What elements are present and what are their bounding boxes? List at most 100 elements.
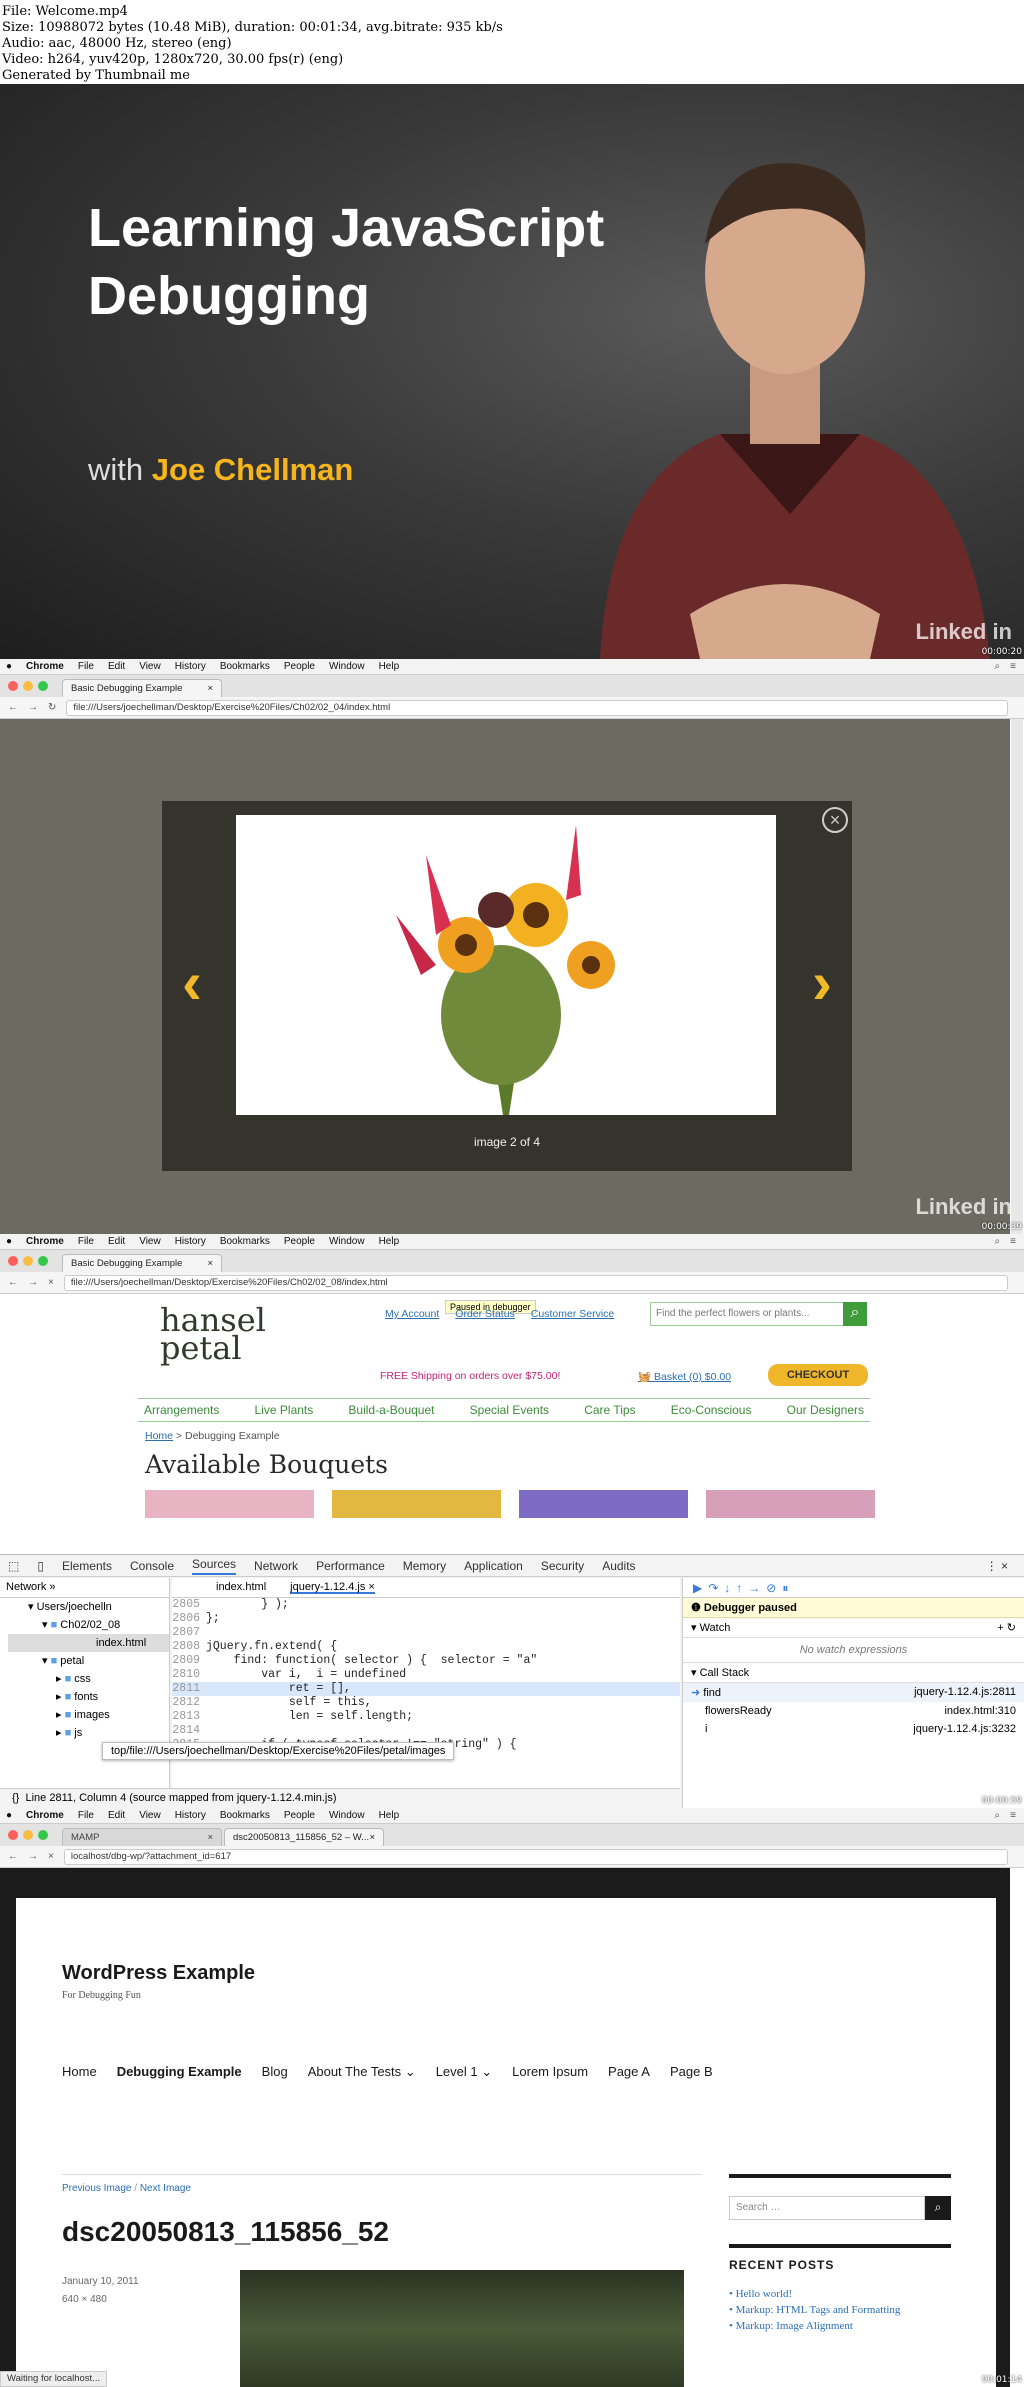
code-line[interactable]: 2808 jQuery.fn.extend( { [172, 1640, 680, 1654]
menu-people[interactable]: People [284, 661, 315, 672]
apple-icon[interactable]: ● [6, 1236, 12, 1247]
code-line[interactable]: 2811 ret = [], [172, 1682, 680, 1696]
menu-edit[interactable]: Edit [108, 1810, 125, 1821]
menu-edit[interactable]: Edit [108, 1236, 125, 1247]
nav-page-b[interactable]: Page B [670, 2064, 713, 2080]
tree-item[interactable]: ▾ Users/joechelln [8, 1598, 169, 1616]
close-window-icon[interactable] [8, 681, 18, 691]
minimize-icon[interactable] [23, 1830, 33, 1840]
nav-home[interactable]: Home [62, 2064, 97, 2080]
menu-bookmarks[interactable]: Bookmarks [220, 1236, 270, 1247]
address-input[interactable]: file:///Users/joechellman/Desktop/Exerci… [63, 1274, 1008, 1291]
tree-item[interactable]: ▸ ■ css [8, 1670, 169, 1688]
search-input[interactable]: Find the perfect flowers or plants... [650, 1302, 844, 1326]
menu-help[interactable]: Help [379, 1236, 400, 1247]
code-line[interactable]: 2807 [172, 1626, 680, 1640]
nav-page-a[interactable]: Page A [608, 2064, 650, 2080]
menu-view[interactable]: View [139, 661, 161, 672]
back-icon[interactable]: ← [8, 1851, 18, 1862]
line-number[interactable]: 2812 [172, 1696, 206, 1710]
line-number[interactable]: 2809 [172, 1654, 206, 1668]
device-icon[interactable]: ▯ [37, 1559, 44, 1573]
menu-chrome[interactable]: Chrome [26, 1236, 64, 1247]
line-number[interactable]: 2814 [172, 1724, 206, 1738]
code-line[interactable]: 2810 var i, i = undefined [172, 1668, 680, 1682]
site-title[interactable]: WordPress Example [62, 1962, 255, 1985]
nav-about-the-tests[interactable]: About The Tests ⌄ [308, 2064, 416, 2080]
order-status-link[interactable]: Order Status [455, 1308, 515, 1320]
menu-window[interactable]: Window [329, 661, 365, 672]
line-number[interactable]: 2807 [172, 1626, 206, 1640]
address-input[interactable]: localhost/dbg-wp/?attachment_id=617 [63, 1848, 1008, 1865]
add-refresh-icon[interactable]: + ↻ [997, 1621, 1016, 1634]
recent-post-link[interactable]: • Hello world! [729, 2286, 900, 2302]
tab-application[interactable]: Application [464, 1559, 523, 1573]
thumb[interactable] [519, 1490, 688, 1518]
menu-chrome[interactable]: Chrome [26, 661, 64, 672]
forward-icon[interactable]: → [28, 1851, 38, 1862]
menu-bookmarks[interactable]: Bookmarks [220, 661, 270, 672]
attachment-image[interactable] [240, 2270, 684, 2387]
prev-arrow-icon[interactable]: ‹ [182, 953, 202, 1013]
nav-our-designers[interactable]: Our Designers [787, 1403, 864, 1417]
nav-build-a-bouquet[interactable]: Build-a-Bouquet [348, 1403, 434, 1417]
nav-care-tips[interactable]: Care Tips [584, 1403, 635, 1417]
list-icon[interactable]: ≡ [1010, 1810, 1016, 1821]
tab-audits[interactable]: Audits [602, 1559, 635, 1573]
scrollbar[interactable] [1011, 719, 1023, 1234]
code-line[interactable]: 2805 } ); [172, 1598, 680, 1612]
tab-elements[interactable]: Elements [62, 1559, 112, 1573]
code-line[interactable]: 2812 self = this, [172, 1696, 680, 1710]
tree-item[interactable]: ▾ ■ Ch02/02_08 [8, 1616, 169, 1634]
code-line[interactable]: 2814 [172, 1724, 680, 1738]
back-icon[interactable]: ← [8, 1277, 18, 1288]
close-window-icon[interactable] [8, 1256, 18, 1266]
tab-mamp[interactable]: MAMP × [62, 1828, 222, 1846]
list-icon[interactable]: ≡ [1010, 1236, 1016, 1247]
tree-item[interactable]: ▸ ■ fonts [8, 1688, 169, 1706]
address-input[interactable]: file:///Users/joechellman/Desktop/Exerci… [66, 699, 1008, 716]
previous-image-link[interactable]: Previous Image [62, 2183, 131, 2194]
breadcrumb-home[interactable]: Home [145, 1430, 173, 1442]
inspect-icon[interactable]: ⬚ [8, 1559, 19, 1573]
step-over-icon[interactable]: ↷ [708, 1581, 724, 1595]
sidebar-search-input[interactable]: Search … [729, 2196, 925, 2220]
nav-blog[interactable]: Blog [262, 2064, 288, 2080]
menu-chrome[interactable]: Chrome [26, 1810, 64, 1821]
minimize-icon[interactable] [23, 1256, 33, 1266]
checkout-button[interactable]: CHECKOUT [768, 1364, 868, 1386]
nav-arrangements[interactable]: Arrangements [144, 1403, 219, 1417]
menu-view[interactable]: View [139, 1236, 161, 1247]
zoom-icon[interactable] [38, 681, 48, 691]
step-out-icon[interactable]: ↑ [736, 1581, 748, 1595]
tree-item[interactable]: ▾ ■ petal [8, 1652, 169, 1670]
apple-icon[interactable]: ● [6, 1810, 12, 1821]
nav-lorem-ipsum[interactable]: Lorem Ipsum [512, 2064, 588, 2080]
file-tab-jquery[interactable]: jquery-1.12.4.js × [290, 1581, 375, 1594]
menu-file[interactable]: File [78, 661, 94, 672]
stop-icon[interactable]: × [48, 1851, 54, 1862]
line-number[interactable]: 2813 [172, 1710, 206, 1724]
forward-icon[interactable]: → [28, 1277, 38, 1288]
nav-level-1[interactable]: Level 1 ⌄ [436, 2064, 492, 2080]
menu-edit[interactable]: Edit [108, 661, 125, 672]
my-account-link[interactable]: My Account [385, 1308, 439, 1320]
back-icon[interactable]: ← [8, 702, 18, 713]
stack-frame[interactable]: flowersReady index.html:310 [683, 1702, 1024, 1720]
post-date[interactable]: January 10, 2011 [62, 2276, 139, 2287]
search-icon[interactable]: ⌕ [925, 2196, 951, 2220]
nav-eco-conscious[interactable]: Eco-Conscious [671, 1403, 752, 1417]
stack-frame[interactable]: ➜ find jquery-1.12.4.js:2811 [683, 1683, 1024, 1702]
nav-debugging-example[interactable]: Debugging Example [117, 2064, 242, 2080]
tab-basic-debugging[interactable]: Basic Debugging Example × [62, 679, 222, 697]
file-tab-index[interactable]: index.html [216, 1581, 266, 1594]
menu-people[interactable]: People [284, 1236, 315, 1247]
next-arrow-icon[interactable]: › [812, 953, 832, 1013]
tab-attachment[interactable]: dsc20050813_115856_52 – W... × [224, 1828, 384, 1846]
step-icon[interactable]: → [748, 1581, 766, 1595]
menu-help[interactable]: Help [379, 1810, 400, 1821]
reload-icon[interactable]: ↻ [48, 702, 56, 713]
close-devtools-icon[interactable]: ⋮ × [986, 1559, 1008, 1573]
resume-icon[interactable]: ▶ [693, 1581, 708, 1595]
line-number[interactable]: 2811 [172, 1682, 206, 1696]
